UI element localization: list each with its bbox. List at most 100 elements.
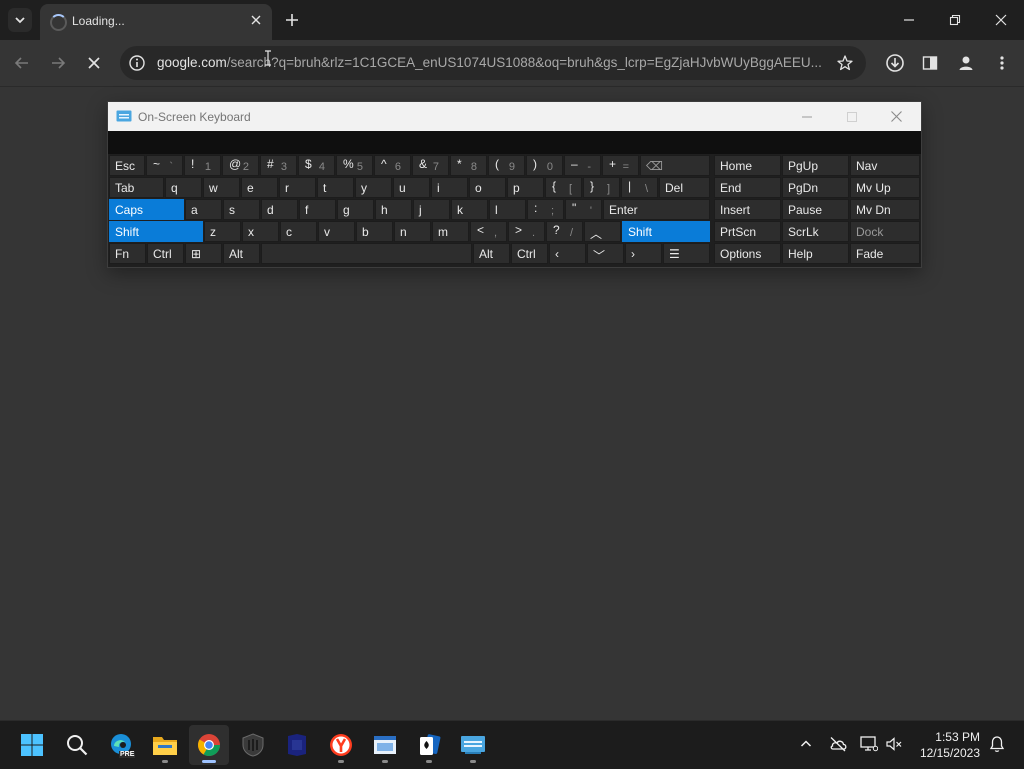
key-tab[interactable]: Tab	[109, 177, 164, 198]
key-t[interactable]: t	[317, 177, 354, 198]
key-nav[interactable]: Nav	[850, 155, 920, 176]
taskbar-file-explorer[interactable]	[145, 725, 185, 765]
key-symbol[interactable]: ⊞	[185, 243, 222, 264]
url-text[interactable]: google.com/search?q=bruh&rlz=1C1GCEA_enU…	[157, 55, 822, 70]
key-a[interactable]: a	[185, 199, 222, 220]
key-mv-dn[interactable]: Mv Dn	[850, 199, 920, 220]
key-o[interactable]: o	[469, 177, 506, 198]
profile-button[interactable]	[952, 49, 980, 77]
key-k[interactable]: k	[451, 199, 488, 220]
key-p[interactable]: p	[507, 177, 544, 198]
osk-close-button[interactable]	[874, 102, 919, 131]
key-6[interactable]: ^ 6	[374, 155, 411, 176]
key-pgup[interactable]: PgUp	[782, 155, 849, 176]
key-ctrl[interactable]: Ctrl	[147, 243, 184, 264]
address-bar[interactable]: google.com/search?q=bruh&rlz=1C1GCEA_enU…	[120, 46, 866, 80]
key-e[interactable]: e	[241, 177, 278, 198]
key-s[interactable]: s	[223, 199, 260, 220]
downloads-button[interactable]	[881, 49, 909, 77]
key-3[interactable]: #3	[260, 155, 297, 176]
key-symbol[interactable]: ‹	[549, 243, 586, 264]
side-panel-button[interactable]	[916, 49, 944, 77]
key-symbol[interactable]: ⌫	[640, 155, 710, 176]
key-q[interactable]: q	[165, 177, 202, 198]
key-symbol[interactable]: :;	[527, 199, 564, 220]
search-button[interactable]	[57, 725, 97, 765]
key-x[interactable]: x	[242, 221, 279, 242]
key-symbol[interactable]: <,	[470, 221, 507, 242]
taskbar-clock[interactable]: 1:53 PM 12/15/2023	[908, 729, 980, 761]
key-shift[interactable]: Shift	[622, 221, 710, 242]
key-9[interactable]: (9	[488, 155, 525, 176]
osk-minimize-button[interactable]	[784, 102, 829, 131]
key-y[interactable]: y	[355, 177, 392, 198]
taskbar-on-screen-keyboard[interactable]	[453, 725, 493, 765]
key-symbol[interactable]: ☰	[663, 243, 710, 264]
key-help[interactable]: Help	[782, 243, 849, 264]
key-symbol[interactable]: | \	[621, 177, 658, 198]
chrome-menu-button[interactable]	[988, 49, 1016, 77]
key-del[interactable]: Del	[659, 177, 710, 198]
volume-tray-icon[interactable]	[883, 733, 905, 755]
key-symbol[interactable]: {[	[545, 177, 582, 198]
key-i[interactable]: i	[431, 177, 468, 198]
bookmark-star-icon[interactable]	[836, 54, 854, 77]
tab-search-button[interactable]	[8, 8, 32, 32]
key-pause[interactable]: Pause	[782, 199, 849, 220]
key-symbol[interactable]: }]	[583, 177, 620, 198]
key-space[interactable]	[261, 243, 472, 264]
forward-button[interactable]	[44, 49, 72, 77]
taskbar-app-blue[interactable]	[277, 725, 317, 765]
key-prtscn[interactable]: PrtScn	[714, 221, 781, 242]
key-caps[interactable]: Caps	[109, 199, 184, 220]
stop-loading-button[interactable]	[80, 49, 108, 77]
key-l[interactable]: l	[489, 199, 526, 220]
taskbar-solitaire[interactable]	[409, 725, 449, 765]
key-g[interactable]: g	[337, 199, 374, 220]
key-symbol[interactable]: " '	[565, 199, 602, 220]
key-v[interactable]: v	[318, 221, 355, 242]
key-insert[interactable]: Insert	[714, 199, 781, 220]
key-m[interactable]: m	[432, 221, 469, 242]
osk-title-bar[interactable]: On-Screen Keyboard	[108, 102, 921, 131]
key-w[interactable]: w	[203, 177, 240, 198]
minimize-button[interactable]	[886, 0, 932, 40]
key-fn[interactable]: Fn	[109, 243, 146, 264]
back-button[interactable]	[8, 49, 36, 77]
key-0[interactable]: ) 0	[526, 155, 563, 176]
key-mv-up[interactable]: Mv Up	[850, 177, 920, 198]
key-symbol[interactable]: ? /	[546, 221, 583, 242]
close-window-button[interactable]	[978, 0, 1024, 40]
taskbar-chrome[interactable]	[189, 725, 229, 765]
notifications-button[interactable]	[986, 733, 1008, 755]
key-symbol[interactable]: ›	[625, 243, 662, 264]
new-tab-button[interactable]	[282, 10, 302, 30]
key-j[interactable]: j	[413, 199, 450, 220]
active-tab[interactable]: Loading...	[40, 4, 272, 40]
key-2[interactable]: @2	[222, 155, 259, 176]
onedrive-tray-icon[interactable]	[827, 733, 849, 755]
key-4[interactable]: $4	[298, 155, 335, 176]
key-1[interactable]: ! 1	[184, 155, 221, 176]
taskbar-yandex[interactable]	[321, 725, 361, 765]
key-pgdn[interactable]: PgDn	[782, 177, 849, 198]
key-7[interactable]: & 7	[412, 155, 449, 176]
key-alt[interactable]: Alt	[223, 243, 260, 264]
key-end[interactable]: End	[714, 177, 781, 198]
taskbar-edge-dev[interactable]: PRE	[101, 725, 141, 765]
key-r[interactable]: r	[279, 177, 316, 198]
key-ctrl[interactable]: Ctrl	[511, 243, 548, 264]
restore-button[interactable]	[932, 0, 978, 40]
osk-maximize-button[interactable]	[829, 102, 874, 131]
key-8[interactable]: * 8	[450, 155, 487, 176]
network-tray-icon[interactable]	[858, 733, 880, 755]
key-symbol[interactable]: – -	[564, 155, 601, 176]
key-esc[interactable]: Esc	[109, 155, 145, 176]
key-5[interactable]: % 5	[336, 155, 373, 176]
key-dock[interactable]: Dock	[850, 221, 920, 242]
close-tab-button[interactable]	[248, 12, 264, 28]
key-symbol[interactable]: + =	[602, 155, 639, 176]
taskbar-app-shield[interactable]	[233, 725, 273, 765]
key-enter[interactable]: Enter	[603, 199, 710, 220]
key-u[interactable]: u	[393, 177, 430, 198]
